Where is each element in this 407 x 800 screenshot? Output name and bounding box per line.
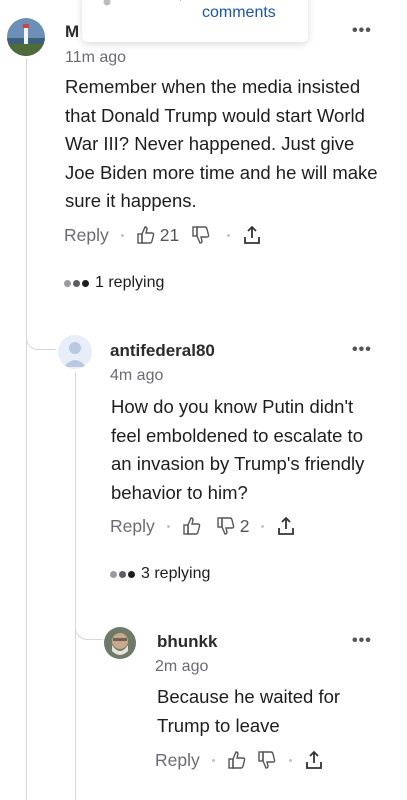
comment-timestamp: 11m ago	[65, 49, 127, 66]
reply-button[interactable]: Reply	[110, 516, 155, 537]
thumbs-up-icon[interactable]	[227, 750, 247, 770]
comment-timestamp: 4m ago	[110, 367, 164, 384]
comment-actions: Reply 2	[110, 514, 296, 538]
separator-dot	[166, 524, 170, 528]
comment-body: Remember when the media insisted that Do…	[65, 76, 378, 211]
thumbs-down-icon[interactable]	[257, 750, 277, 770]
thread-elbow-reply-2	[75, 612, 103, 640]
reply-button[interactable]: Reply	[155, 750, 200, 771]
comment-username[interactable]: M	[65, 22, 79, 42]
like-count: 21	[159, 224, 180, 245]
share-icon[interactable]	[242, 225, 262, 245]
thumbs-up-icon[interactable]	[136, 225, 156, 245]
typing-dots-icon	[110, 570, 135, 578]
thumbs-down-icon[interactable]	[191, 225, 211, 245]
dislike-count: 2	[239, 515, 250, 536]
thread-elbow-reply-1	[26, 322, 56, 350]
replying-label: 1 replying	[95, 274, 165, 291]
separator-dot	[211, 758, 215, 762]
separator-dot	[120, 233, 124, 237]
new-comments-count: 19	[132, 0, 149, 3]
share-icon[interactable]	[304, 750, 324, 770]
comment-timestamp: 2m ago	[155, 658, 209, 675]
replying-label: 3 replying	[141, 565, 211, 582]
comment-username[interactable]: antifederal80	[110, 341, 215, 361]
avatar[interactable]	[58, 335, 92, 369]
comment-body: How do you know Putin didn't feel embold…	[111, 396, 365, 503]
new-comments-popup[interactable]: 19 ↑ comments	[82, 0, 308, 42]
share-icon[interactable]	[276, 516, 296, 536]
comment-username[interactable]: bhunkk	[157, 632, 217, 652]
thumbs-up-icon[interactable]	[182, 516, 202, 536]
avatar[interactable]	[7, 18, 45, 56]
separator-dot	[227, 233, 231, 237]
more-options-button[interactable]: •••	[352, 22, 372, 40]
arrow-up-icon: ↑	[176, 0, 185, 5]
comment-actions: Reply 21	[64, 223, 262, 247]
avatar[interactable]	[104, 627, 136, 659]
thread-line-level-2	[75, 372, 76, 800]
thumbs-down-icon[interactable]	[216, 516, 236, 536]
comment-body: Because he waited for Trump to leave	[157, 686, 341, 736]
users-icon	[100, 0, 120, 13]
reply-button[interactable]: Reply	[64, 225, 109, 246]
separator-dot	[261, 524, 265, 528]
replying-indicator: 1 replying	[64, 274, 164, 292]
separator-dot	[288, 758, 292, 762]
comment-actions: Reply	[155, 748, 324, 772]
typing-dots-icon	[64, 279, 89, 287]
more-options-button[interactable]: •••	[352, 632, 372, 650]
more-options-button[interactable]: •••	[352, 341, 372, 359]
replying-indicator: 3 replying	[110, 565, 210, 583]
thread-line-level-1	[26, 58, 27, 800]
new-comments-label: comments	[202, 4, 276, 21]
